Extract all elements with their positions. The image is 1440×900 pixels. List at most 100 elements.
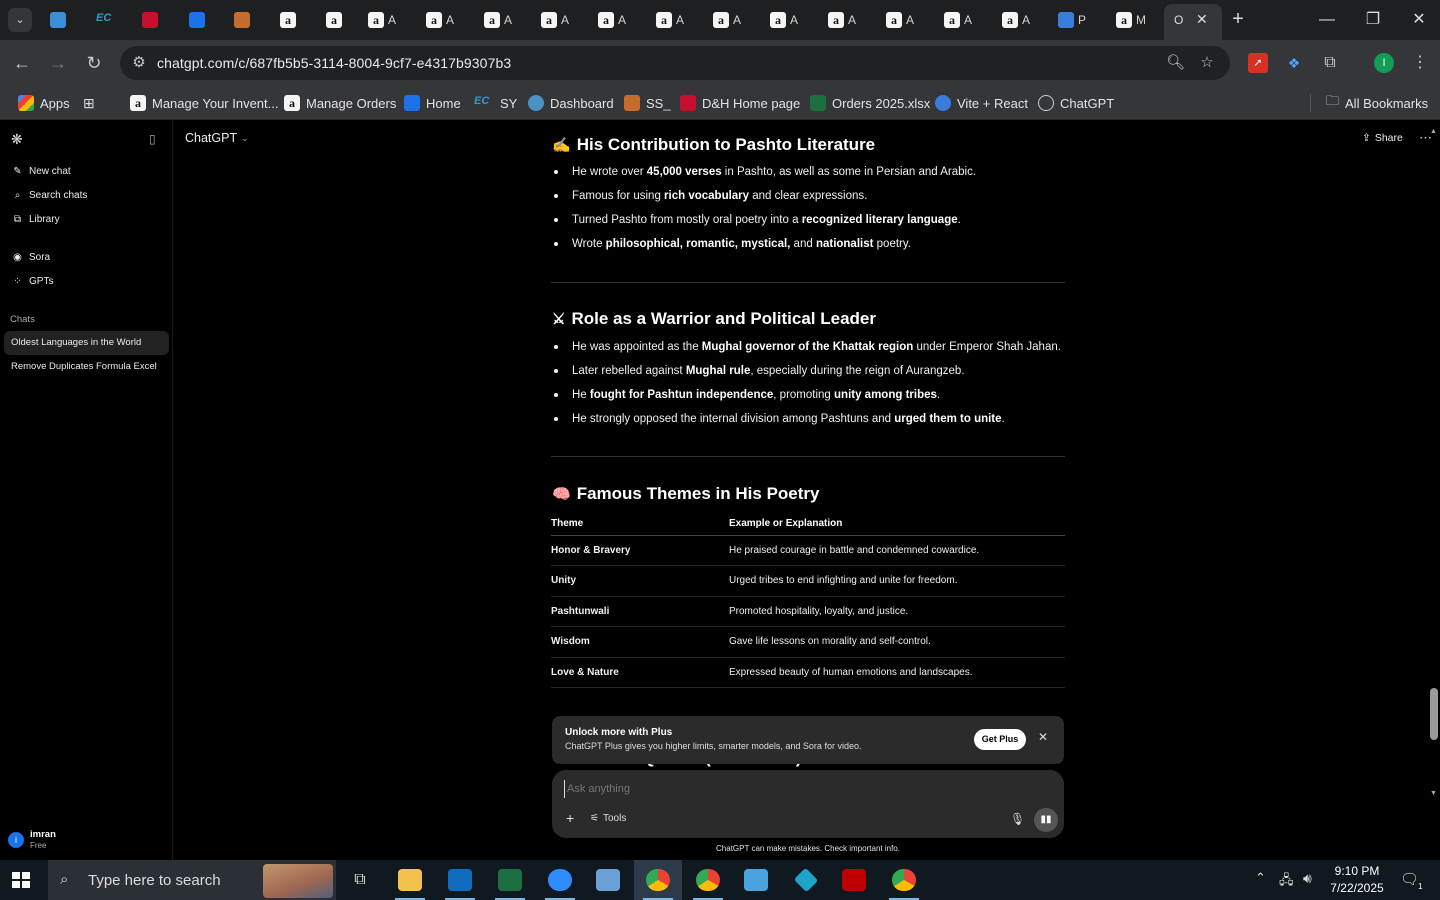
url-text[interactable]: chatgpt.com/c/687fb5b5-3114-8004-9cf7-e4… bbox=[157, 55, 511, 71]
chrome-icon[interactable] bbox=[684, 860, 732, 900]
tab-item[interactable]: aA bbox=[770, 6, 798, 34]
tab-item[interactable] bbox=[50, 6, 70, 34]
microphone-icon[interactable]: 🎙︎ bbox=[1010, 812, 1025, 826]
tab-item[interactable]: aA bbox=[484, 6, 512, 34]
sidebar-item-search-chats[interactable]: ⌕ Search chats bbox=[12, 190, 88, 201]
chevron-up-icon[interactable]: ⌃ bbox=[1255, 870, 1266, 886]
close-icon[interactable]: ✕ bbox=[1038, 730, 1048, 744]
network-icon[interactable]: 🖧 bbox=[1279, 871, 1294, 893]
close-icon[interactable]: ✕ bbox=[1196, 11, 1208, 28]
bookmark-dashboard[interactable]: Dashboard bbox=[528, 93, 614, 113]
bookmark-ss[interactable]: SS_ bbox=[624, 93, 671, 113]
bookmark-home[interactable]: Home bbox=[404, 93, 461, 113]
tab-item[interactable]: aA bbox=[426, 6, 454, 34]
bookmark-star-icon[interactable]: ☆ bbox=[1198, 54, 1216, 72]
tab-active[interactable]: O ✕ bbox=[1164, 4, 1222, 40]
tab-item[interactable]: aA bbox=[598, 6, 626, 34]
all-bookmarks[interactable]: 🗀 All Bookmarks bbox=[1326, 93, 1428, 113]
share-button[interactable]: ⇪ Share bbox=[1362, 132, 1403, 144]
sidebar-item-gpts[interactable]: ⁘ GPTs bbox=[12, 276, 53, 287]
forward-arrow-icon[interactable]: → bbox=[46, 51, 70, 75]
tab-search-button[interactable]: ⌄ bbox=[8, 6, 32, 34]
taskbar-search[interactable]: ⌕ Type here to search bbox=[48, 860, 336, 900]
model-selector[interactable]: ChatGPT ⌄ bbox=[185, 131, 249, 145]
bookmark-sy[interactable]: EC SY bbox=[474, 93, 517, 113]
chat-item-active[interactable]: Oldest Languages in the World bbox=[4, 331, 169, 355]
new-tab-button[interactable]: + bbox=[1226, 8, 1250, 32]
tab-item[interactable] bbox=[142, 6, 162, 34]
restore-button[interactable]: ❐ bbox=[1350, 8, 1396, 32]
tab-item[interactable]: a bbox=[280, 6, 300, 34]
chevron-down-icon: ⌄ bbox=[241, 132, 249, 143]
tab-item[interactable]: aA bbox=[541, 6, 569, 34]
amazon-icon: a bbox=[426, 12, 442, 28]
tab-item[interactable]: P bbox=[1058, 6, 1086, 34]
windows-start-icon[interactable] bbox=[12, 872, 30, 888]
scroll-down-arrow[interactable]: ▼ bbox=[1430, 790, 1437, 797]
reload-icon[interactable]: ↻ bbox=[82, 51, 106, 75]
task-view-icon[interactable]: ⧉ bbox=[336, 860, 384, 900]
site-info-icon[interactable]: ⚙ bbox=[130, 54, 148, 72]
zoom-icon[interactable] bbox=[536, 860, 584, 900]
bookmark-manage-orders[interactable]: a Manage Orders bbox=[284, 93, 396, 113]
notepad-icon[interactable] bbox=[732, 860, 780, 900]
back-arrow-icon[interactable]: ← bbox=[10, 51, 34, 75]
sidebar-item-library[interactable]: ⧉ Library bbox=[12, 214, 60, 225]
bookmark-chatgpt[interactable]: ChatGPT bbox=[1038, 93, 1114, 113]
sidebar-item-new-chat[interactable]: ✎ New chat bbox=[12, 166, 70, 177]
tools-button[interactable]: ⚟ Tools bbox=[590, 813, 626, 824]
user-avatar[interactable]: i bbox=[8, 832, 24, 848]
ec-icon: EC bbox=[96, 12, 112, 24]
tab-item[interactable]: aA bbox=[713, 6, 741, 34]
tab-item[interactable]: aA bbox=[944, 6, 972, 34]
openai-logo-icon[interactable]: ❋ bbox=[11, 131, 23, 148]
sidebar-item-sora[interactable]: ◉ Sora bbox=[12, 252, 50, 263]
pdf-extension-icon[interactable]: ➚ bbox=[1248, 53, 1268, 73]
sidebar-toggle-icon[interactable]: ▯ bbox=[149, 132, 156, 146]
zoom-icon[interactable]: 🔍︎ bbox=[1166, 54, 1185, 72]
chrome-icon[interactable] bbox=[634, 860, 682, 900]
browser-menu-icon[interactable]: ⋮ bbox=[1410, 53, 1430, 73]
minimize-button[interactable]: — bbox=[1304, 8, 1350, 32]
tab-item[interactable]: EC bbox=[96, 6, 120, 34]
bookmark-manage-inventory[interactable]: a Manage Your Invent... bbox=[130, 93, 278, 113]
app-icon[interactable] bbox=[782, 860, 830, 900]
tab-item[interactable]: aA bbox=[886, 6, 914, 34]
tab-item[interactable]: aA bbox=[828, 6, 856, 34]
bookmark-orders-xlsx[interactable]: Orders 2025.xlsx bbox=[810, 93, 930, 113]
scrollbar-thumb[interactable] bbox=[1430, 688, 1438, 740]
volume-icon[interactable]: 🔊︎ bbox=[1303, 870, 1312, 887]
tab-item[interactable]: aA bbox=[368, 6, 396, 34]
tab-groups-icon[interactable]: ⊞ bbox=[83, 93, 95, 113]
address-bar[interactable]: ⚙ chatgpt.com/c/687fb5b5-3114-8004-9cf7-… bbox=[120, 46, 1230, 80]
profile-avatar[interactable]: I bbox=[1374, 53, 1394, 73]
tab-item[interactable]: aA bbox=[1002, 6, 1030, 34]
plus-icon[interactable]: + bbox=[566, 810, 574, 826]
chat-item[interactable]: Remove Duplicates Formula Excel bbox=[4, 355, 169, 379]
filezilla-icon[interactable] bbox=[830, 860, 878, 900]
notification-icon[interactable]: 🗨 bbox=[1400, 870, 1419, 888]
scroll-up-arrow[interactable]: ▲ bbox=[1430, 128, 1437, 135]
calculator-icon[interactable] bbox=[584, 860, 632, 900]
tab-item[interactable]: a bbox=[326, 6, 346, 34]
voice-mode-icon[interactable]: ▮▮ bbox=[1034, 808, 1058, 832]
tab-item[interactable]: aM bbox=[1116, 6, 1146, 34]
tab-item[interactable] bbox=[189, 6, 209, 34]
excel-icon[interactable] bbox=[486, 860, 534, 900]
get-plus-button[interactable]: Get Plus bbox=[974, 729, 1026, 750]
bookmark-vite-react[interactable]: Vite + React bbox=[935, 93, 1028, 113]
clock-date[interactable]: 7/22/2025 bbox=[1326, 881, 1388, 895]
tab-item[interactable] bbox=[234, 6, 254, 34]
extension-icon[interactable]: ❖ bbox=[1284, 53, 1304, 73]
bookmark-dh-home[interactable]: D&H Home page bbox=[680, 93, 800, 113]
outlook-icon[interactable] bbox=[436, 860, 484, 900]
clock-time[interactable]: 9:10 PM bbox=[1326, 864, 1388, 878]
tab-item[interactable]: aA bbox=[656, 6, 684, 34]
bookmark-apps[interactable]: Apps bbox=[18, 93, 70, 113]
user-name[interactable]: imran bbox=[30, 829, 56, 840]
chrome-icon[interactable] bbox=[880, 860, 928, 900]
puzzle-extensions-icon[interactable]: ⧉ bbox=[1320, 53, 1340, 73]
prompt-input[interactable] bbox=[564, 780, 1004, 798]
window-close-button[interactable]: ✕ bbox=[1396, 8, 1440, 32]
file-explorer-icon[interactable] bbox=[386, 860, 434, 900]
